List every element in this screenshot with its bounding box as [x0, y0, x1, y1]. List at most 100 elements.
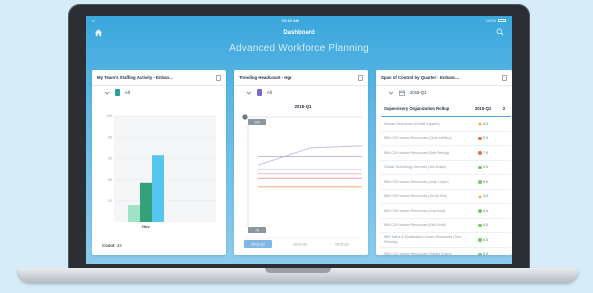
span-value-cell: 7.0 [469, 151, 497, 155]
span-value: 4.0 [483, 223, 489, 228]
org-name: Human Resources (Global Support) [384, 121, 440, 126]
status-dot-icon [478, 165, 482, 169]
stage: •• 10:10 AM 100% Dashboard Advanced Work… [0, 0, 593, 293]
span-value-cell: 6.0 [469, 238, 497, 242]
filter-value: All [125, 90, 130, 95]
battery-icon [498, 19, 506, 22]
table-body: Human Resources (Global Support) 6.0 IBM C… [381, 117, 512, 255]
page-title: Advanced Workforce Planning [229, 43, 369, 54]
org-name: IBM CIO Human Resources (Judy Lopez) [384, 179, 449, 184]
series-line [257, 145, 363, 166]
filter-selector[interactable]: All [92, 86, 226, 99]
x-tick-label: 2015-Q1 [251, 242, 265, 246]
column-header[interactable]: Supervisory Organization Rollup [381, 106, 469, 111]
carrier-indicator: •• [92, 18, 95, 23]
status-dot-icon [478, 180, 482, 184]
status-dot-icon [478, 136, 482, 140]
battery-indicator: 100% [486, 18, 506, 23]
bar [128, 205, 140, 222]
chevron-down-icon [246, 91, 252, 95]
card-header: Trending Headcount - Hgr [234, 70, 369, 86]
column-header[interactable]: 2015-Q1 [469, 106, 497, 111]
table-row[interactable]: Human Resources (Global Support) 6.0 [381, 117, 512, 132]
org-name: IBM CIO Human Resources (Bob Perling) [384, 150, 449, 155]
axis-badge-top-label: 120 [254, 120, 260, 124]
table-row[interactable]: IBM CIO Human Resources (Hayley Evans) 6.… [381, 248, 511, 255]
status-dot-icon [478, 238, 482, 242]
nav-title: Dashboard [283, 29, 315, 36]
org-name: IBM CIO Human Resources (Jin Ah Kim) [384, 194, 448, 199]
search-icon[interactable] [496, 28, 504, 36]
warning-triangle-icon [477, 122, 482, 126]
table-row[interactable]: IBM CIO Human Resources (Jin Ah Kim) 4.0 [381, 190, 512, 204]
x-tick-label: 2015-Q3 [335, 242, 349, 246]
y-tick-label: 20 [108, 199, 112, 203]
filter-selector[interactable]: All [234, 86, 368, 99]
bar [152, 155, 164, 222]
table-row[interactable]: IBM CIO Human Resources (Kirk Schill) 4.0 [381, 219, 512, 233]
org-name: IBM CIO Human Resources (Kirk Schill) [384, 223, 447, 228]
span-table: Supervisory Organization Rollup 2015-Q1 … [381, 100, 512, 255]
home-icon[interactable] [94, 28, 103, 37]
x-tick-label: Hire [142, 224, 151, 229]
chevron-down-icon [388, 91, 394, 95]
table-header: Supervisory Organization Rollup 2015-Q1 … [381, 100, 512, 117]
table-row[interactable]: IBM CIO Human Resources (Lisa Kent) 4.0 [381, 204, 512, 219]
y-tick-label: 40 [108, 178, 112, 182]
dashboard-cards: My Team's Staffing Activity - Enhan... A… [92, 70, 512, 255]
count-summary: Count: 33 [102, 243, 122, 248]
table-row[interactable]: IBM CIO Human Resources (Bob Perling) 7.0 [381, 146, 512, 161]
laptop-notch [265, 268, 331, 273]
slider-handle [242, 114, 248, 120]
trending-headcount-card[interactable]: Trending Headcount - Hgr All 2015-Q1 120 7… [234, 70, 369, 255]
legend-swatch [257, 89, 263, 96]
org-name: IBM Talent & Distribution Human Resource… [384, 235, 461, 244]
span-value: 5.0 [483, 179, 489, 184]
axis-badge-bottom-label: 70 [255, 228, 259, 232]
battery-percent: 100% [485, 18, 496, 23]
calendar-icon [399, 90, 405, 96]
count-value: 33 [116, 243, 122, 248]
status-time: 10:10 AM [281, 18, 299, 23]
status-dot-icon [478, 223, 482, 227]
org-name: IBM CIO Human Resources (Chris LaFleur) [384, 136, 452, 141]
org-name: IBM CIO Human Resources (Hayley Evans) [384, 252, 453, 255]
org-name: IBM CIO Human Resources (Lisa Kent) [384, 208, 446, 213]
span-value-cell: 4.0 [469, 209, 497, 213]
bookmark-icon[interactable] [502, 74, 507, 81]
card-header: My Team's Staffing Activity - Enhan... [92, 70, 227, 86]
chevron-down-icon [104, 91, 110, 95]
count-label: Count [102, 243, 115, 248]
table-row[interactable]: Global Technology Services (Jen Dolan) 4.… [381, 161, 512, 175]
bookmark-icon[interactable] [358, 74, 364, 81]
status-bar: •• 10:10 AM 100% [86, 16, 512, 25]
period-label: 2015-Q1 [295, 104, 312, 109]
headcount-line-chart: 2015-Q1 120 70 2015-Q1 2015-Q2 2015-Q3 [242, 104, 363, 248]
nav-bar: Dashboard [86, 25, 512, 40]
table-row[interactable]: IBM CIO Human Resources (Judy Lopez) 5.0 [381, 175, 512, 190]
filter-value: 2015-Q1 [410, 90, 427, 95]
y-tick-label: 100 [106, 114, 112, 118]
span-value: 4.0 [483, 208, 489, 213]
table-row[interactable]: IBM CIO Human Resources (Chris LaFleur) 3… [381, 132, 512, 146]
bookmark-icon[interactable] [216, 74, 222, 81]
span-value: 6.0 [483, 237, 489, 242]
card-title: Trending Headcount - Hgr [239, 75, 292, 80]
legend-swatch [115, 89, 120, 96]
staffing-bar-chart: 100 80 60 40 20 Hire [106, 114, 216, 229]
card-title: My Team's Staffing Activity - Enhan... [97, 75, 173, 80]
card-header: Span of Control by Quarter - Enhanc... [376, 70, 512, 86]
filter-selector[interactable]: 2015-Q1 [376, 86, 512, 99]
table-row[interactable]: IBM Talent & Distribution Human Resource… [381, 233, 512, 248]
column-header[interactable]: 2 [497, 106, 511, 111]
bar [140, 182, 152, 222]
span-value: 7.0 [483, 150, 489, 155]
span-value: 6.0 [483, 121, 489, 126]
span-value-cell: 6.0 [469, 122, 497, 126]
x-tick-label: 2015-Q2 [293, 242, 307, 246]
span-of-control-card[interactable]: Span of Control by Quarter - Enhanc... 2… [376, 70, 512, 255]
span-value-cell: 4.0 [469, 165, 497, 169]
staffing-activity-card[interactable]: My Team's Staffing Activity - Enhan... A… [92, 70, 227, 255]
span-value: 6.0 [483, 252, 489, 255]
y-tick-label: 80 [108, 135, 112, 139]
